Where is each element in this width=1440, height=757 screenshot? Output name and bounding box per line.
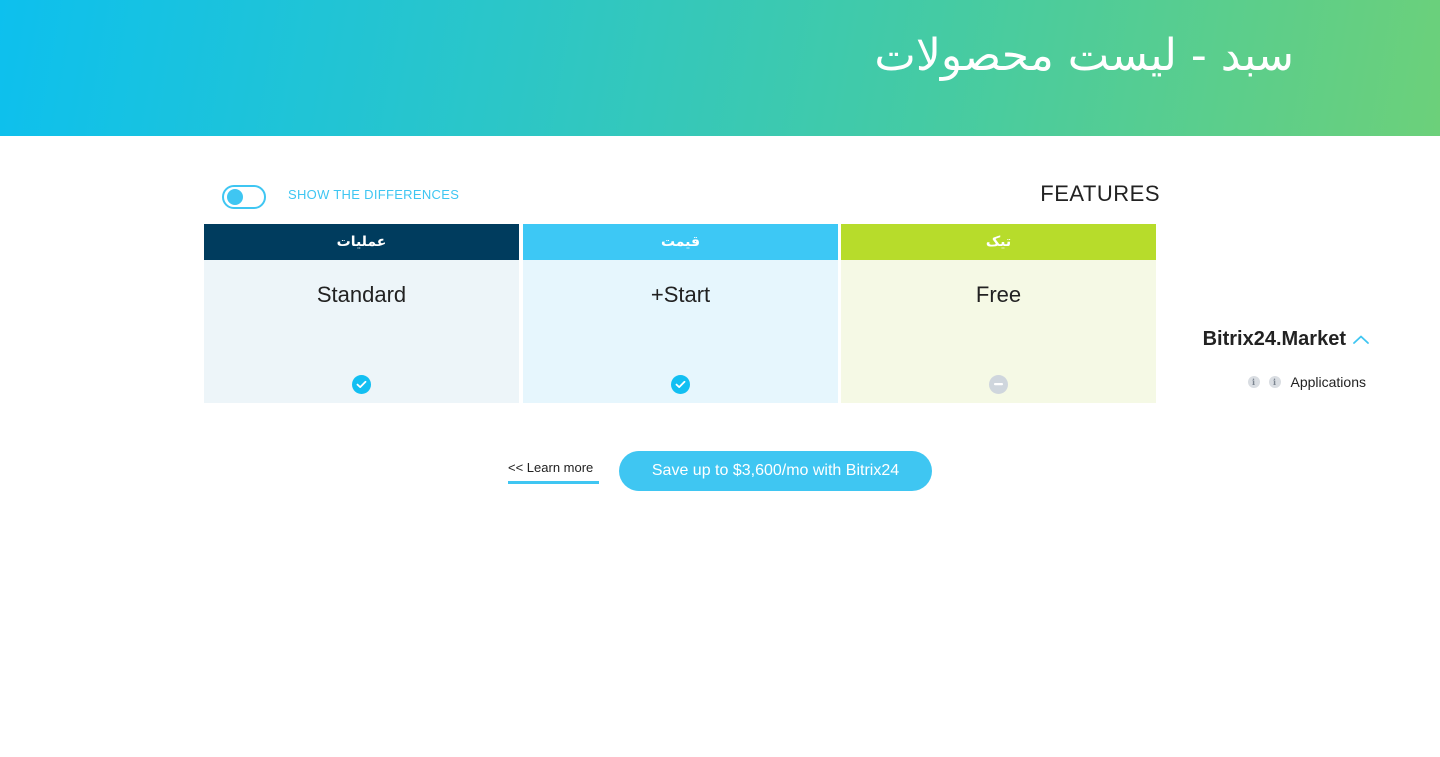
feature-label: Applications bbox=[1290, 374, 1367, 390]
plan-name: +Start bbox=[650, 282, 711, 307]
check-circle-icon bbox=[352, 375, 371, 394]
info-icon[interactable]: i bbox=[1247, 376, 1260, 388]
plan-column-start: قیمت +Start bbox=[523, 224, 838, 403]
chevron-up-icon bbox=[1353, 335, 1369, 344]
plan-body: Free bbox=[841, 260, 1156, 403]
header-banner: سبد - لیست محصولات bbox=[0, 0, 1440, 136]
plan-column-standard: عملیات Standard bbox=[204, 224, 519, 403]
features-heading: FEATURES bbox=[1040, 181, 1160, 206]
plan-header: تیک bbox=[841, 224, 1156, 260]
show-differences-label[interactable]: SHOW THE DIFFERENCES bbox=[288, 187, 459, 202]
show-differences-toggle[interactable] bbox=[222, 185, 266, 209]
plan-column-free: تیک Free bbox=[841, 224, 1156, 403]
page-title: سبد - لیست محصولات bbox=[874, 30, 1294, 81]
toggle-knob bbox=[227, 189, 243, 205]
plan-body: +Start bbox=[523, 260, 838, 403]
minus-circle-icon bbox=[989, 375, 1008, 394]
check-circle-icon bbox=[671, 375, 690, 394]
plan-name: Standard bbox=[316, 282, 407, 307]
plan-name: Free bbox=[975, 282, 1022, 307]
learn-more-link[interactable]: << Learn more bbox=[508, 460, 599, 484]
save-cta-button[interactable]: Save up to $3,600/mo with Bitrix24 bbox=[619, 451, 932, 491]
plan-header: قیمت bbox=[523, 224, 838, 260]
info-icon[interactable]: i bbox=[1268, 376, 1281, 388]
plan-header: عملیات bbox=[204, 224, 519, 260]
feature-group-label: Bitrix24.Market bbox=[1202, 328, 1346, 350]
feature-row-applications: i i Applications bbox=[1247, 374, 1367, 390]
plan-body: Standard bbox=[204, 260, 519, 403]
feature-group-toggle[interactable]: Bitrix24.Market bbox=[1203, 328, 1370, 351]
